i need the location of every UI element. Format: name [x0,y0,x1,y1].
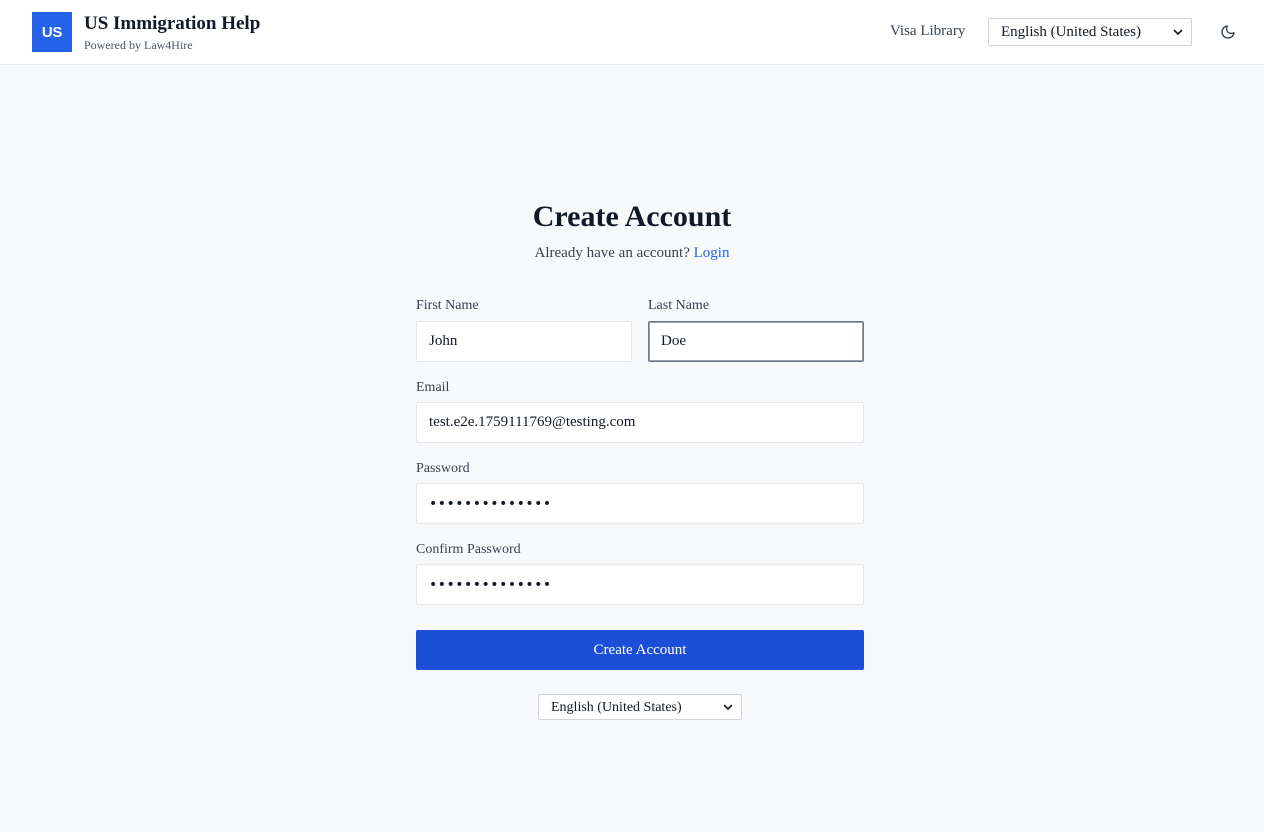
header-language-select-wrap: English (United States) [988,18,1192,46]
visa-library-link[interactable]: Visa Library [890,23,965,40]
last-name-label: Last Name [648,298,710,313]
confirm-password-input[interactable] [416,564,864,605]
create-account-button[interactable]: Create Account [416,630,864,670]
logo[interactable]: US [32,12,72,52]
login-link[interactable]: Login [694,245,730,261]
email-input[interactable] [416,402,864,443]
password-label: Password [416,461,470,476]
first-name-label: First Name [416,298,479,313]
page-title: Create Account [532,200,732,233]
top-header: US US Immigration Help Powered by Law4Hi… [0,0,1264,65]
login-prompt-text: Already have an account? [534,245,690,261]
confirm-password-label: Confirm Password [416,542,521,557]
login-prompt: Already have an account? Login [0,245,1264,262]
moon-icon [1221,25,1235,39]
email-label: Email [416,380,450,395]
password-input[interactable] [416,483,864,524]
theme-toggle-button[interactable] [1218,22,1238,42]
header-language-select[interactable]: English (United States) [988,18,1192,46]
footer-language-select[interactable]: English (United States) [538,694,742,720]
last-name-input[interactable] [648,321,864,362]
first-name-input[interactable] [416,321,632,362]
site-title[interactable]: US Immigration Help [84,13,260,35]
footer-language-select-wrap: English (United States) [538,694,742,720]
site-subtitle: Powered by Law4Hire [84,38,193,52]
